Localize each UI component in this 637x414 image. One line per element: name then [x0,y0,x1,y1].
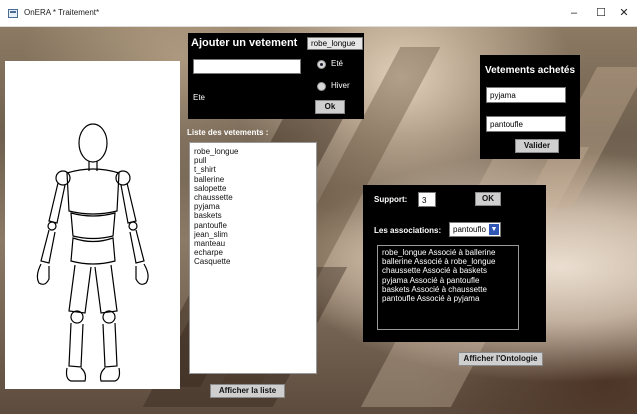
purchased-clothes-panel: Vetements achetés pyjama pantoufle Valid… [480,55,580,159]
support-input[interactable]: 3 [418,192,436,207]
list-item[interactable]: chaussette [194,193,312,202]
purchased-item-2-field[interactable]: pantoufle [486,116,566,132]
list-item[interactable]: ballerine [194,175,312,184]
association-result: baskets Associé à chaussette [382,284,487,294]
clothes-list-label: Liste des vetements : [187,128,269,137]
add-clothing-panel: Ajouter un vetement robe_longue Eté Hive… [188,33,364,119]
purchased-heading: Vetements achetés [485,65,576,76]
association-result: pyjama Associé à pantoufle [382,275,480,285]
support-ok-button[interactable]: OK [475,192,501,206]
mannequin-figure [36,123,149,382]
list-item[interactable]: baskets [194,211,312,220]
purchased-item-1-field[interactable]: pyjama [486,87,566,103]
list-item[interactable]: t_shirt [194,165,312,174]
close-button[interactable]: ✕ [607,4,637,22]
associations-results[interactable]: robe_longue Associé à ballerine ballerin… [377,245,519,330]
show-list-button[interactable]: Afficher la liste [210,384,285,398]
radio-winter[interactable] [317,82,326,91]
associations-panel: Support: 3 OK Les associations: pantoufl… [363,185,546,342]
list-item[interactable]: echarpe [194,248,312,257]
add-clothing-heading: Ajouter un vetement [191,37,298,49]
list-item[interactable]: pull [194,156,312,165]
list-item[interactable]: manteau [194,239,312,248]
mannequin-canvas [5,61,180,389]
window-title-bar: OnERA * Traitement* – ☐ ✕ [0,0,637,27]
chevron-down-icon[interactable]: ▼ [489,224,499,235]
list-item[interactable]: pantoufle [194,221,312,230]
radio-summer[interactable] [317,60,326,69]
clothing-name-input[interactable] [193,59,301,74]
radio-summer-label: Eté [331,59,344,68]
window-title: OnERA * Traitement* [24,8,100,17]
list-item[interactable]: robe_longue [194,147,312,156]
association-result: chaussette Associé à baskets [382,266,487,276]
validate-button[interactable]: Valider [515,139,559,153]
associations-dropdown-value: pantouflo [453,225,486,234]
clothing-type-dropdown[interactable]: robe_longue [307,37,363,50]
association-result: pantoufle Associé à pyjama [382,293,480,303]
support-label: Support: [374,195,408,204]
association-result: robe_longue Associé à ballerine [382,248,496,257]
list-item[interactable]: Casquette [194,257,312,266]
radio-winter-label: Hiver [331,81,350,90]
show-ontology-button[interactable]: Afficher l'Ontologie [458,352,543,366]
app-icon [8,9,18,18]
list-item[interactable]: jean_slim [194,230,312,239]
clothes-list[interactable]: robe_longue pull t_shirt ballerine salop… [189,142,317,374]
associations-dropdown[interactable]: pantouflo ▼ [449,222,501,237]
associations-label: Les associations: [374,226,442,235]
list-item[interactable]: pyjama [194,202,312,211]
list-item[interactable]: salopette [194,184,312,193]
season-value-label: Ete [193,93,206,102]
association-result: ballerine Associé à robe_longue [382,257,496,267]
add-ok-button[interactable]: Ok [315,100,345,114]
